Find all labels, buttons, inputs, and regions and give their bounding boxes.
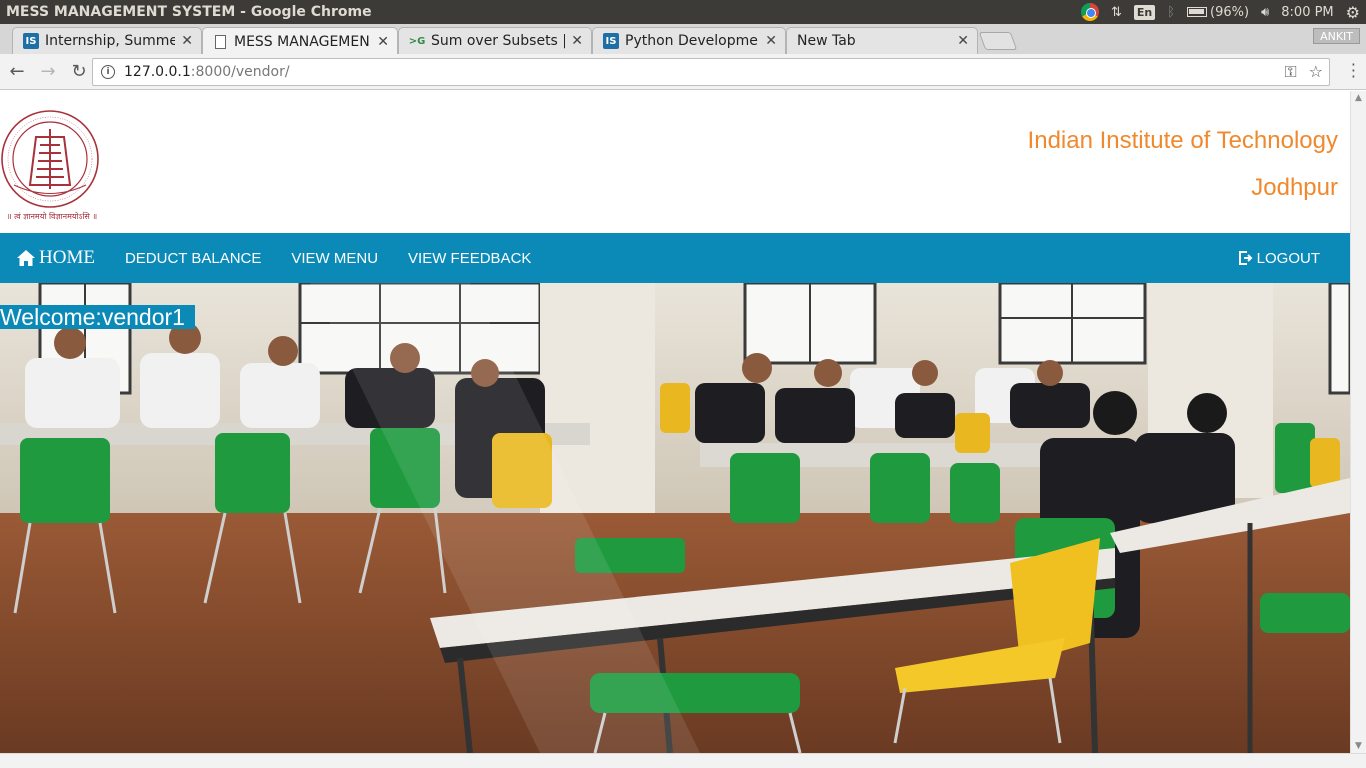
is-favicon-icon: IS xyxy=(23,33,39,49)
tab-label: Python Developme xyxy=(625,33,758,49)
info-icon[interactable]: i xyxy=(101,65,115,79)
welcome-banner: Welcome:vendor1 xyxy=(0,305,195,329)
tab-label: MESS MANAGEMEN xyxy=(234,33,370,50)
address-bar[interactable]: i 127.0.0.1:8000/vendor/ ⚿ ☆ xyxy=(92,58,1330,86)
logo-motto: ॥ त्वं ज्ञानमयो विज्ञानमयोऽसि ॥ xyxy=(7,211,97,221)
institute-city: Jodhpur xyxy=(1251,174,1338,201)
horizontal-scrollbar[interactable] xyxy=(0,753,1366,768)
tab-label: Sum over Subsets | xyxy=(431,33,566,49)
nav-deduct-balance-link[interactable]: DEDUCT BALANCE xyxy=(125,250,261,267)
battery-percent: (96%) xyxy=(1210,4,1250,20)
logout-icon xyxy=(1238,251,1253,265)
window-title: MESS MANAGEMENT SYSTEM - Google Chrome xyxy=(6,4,372,20)
back-arrow-icon[interactable]: ← xyxy=(3,58,31,86)
profile-button[interactable]: ANKIT xyxy=(1313,28,1360,44)
iit-jodhpur-logo: ॥ त्वं ज्ञानमयो विज्ञानमयोऽसि ॥ xyxy=(1,110,99,221)
tab-mess-management[interactable]: MESS MANAGEMEN ✕ xyxy=(202,27,398,55)
reload-icon[interactable]: ↻ xyxy=(65,58,93,86)
tab-new-tab[interactable]: New Tab ✕ xyxy=(786,27,978,54)
battery-indicator[interactable]: (96%) xyxy=(1187,5,1249,20)
tab-sum-over-subsets[interactable]: >G Sum over Subsets | ✕ xyxy=(398,27,592,54)
main-navbar: HOME DEDUCT BALANCE VIEW MENU VIEW FEEDB… xyxy=(0,233,1350,283)
tab-internship[interactable]: IS Internship, Summer ✕ xyxy=(12,27,202,54)
new-tab-button[interactable] xyxy=(978,32,1018,50)
close-icon[interactable]: ✕ xyxy=(957,33,969,49)
nav-logout-link[interactable]: LOGOUT xyxy=(1238,233,1320,283)
nav-home-link[interactable]: HOME xyxy=(16,247,95,269)
close-icon[interactable]: ✕ xyxy=(377,34,389,50)
site-header: ॥ त्वं ज्ञानमयो विज्ञानमयोऽसि ॥ Indian I… xyxy=(0,91,1350,233)
dining-hall-illustration xyxy=(0,283,1350,753)
nav-home-label: HOME xyxy=(39,247,95,268)
star-bookmark-icon[interactable]: ☆ xyxy=(1309,62,1323,82)
nav-logout-label: LOGOUT xyxy=(1256,249,1320,267)
tab-label: Internship, Summer xyxy=(45,33,176,49)
bluetooth-icon[interactable]: ᛒ xyxy=(1167,5,1175,20)
institute-name: Indian Institute of Technology xyxy=(1027,127,1338,154)
forward-arrow-icon[interactable]: → xyxy=(34,58,62,86)
close-icon[interactable]: ✕ xyxy=(571,33,583,49)
battery-icon xyxy=(1187,7,1208,17)
close-icon[interactable]: ✕ xyxy=(181,33,193,49)
nav-view-feedback-link[interactable]: VIEW FEEDBACK xyxy=(408,250,531,267)
settings-gear-icon[interactable]: ⚙ xyxy=(1346,3,1360,22)
nav-view-menu-link[interactable]: VIEW MENU xyxy=(291,250,378,267)
volume-icon[interactable]: 🔊︎ xyxy=(1261,5,1269,20)
gfg-favicon-icon: >G xyxy=(408,35,426,47)
url-host: 127.0.0.1 xyxy=(124,64,191,80)
vertical-scrollbar[interactable]: ▲ ▼ xyxy=(1350,91,1366,753)
os-title-bar: MESS MANAGEMENT SYSTEM - Google Chrome ⇅… xyxy=(0,0,1366,24)
language-indicator[interactable]: En xyxy=(1133,4,1156,20)
scroll-up-arrow-icon[interactable]: ▲ xyxy=(1355,93,1362,103)
is-favicon-icon: IS xyxy=(603,33,619,49)
scroll-down-arrow-icon[interactable]: ▼ xyxy=(1355,741,1362,751)
home-icon xyxy=(17,250,35,266)
menu-dots-icon[interactable]: · · · xyxy=(1351,57,1356,85)
browser-toolbar: ← → ↻ i 127.0.0.1:8000/vendor/ ⚿ ☆ · · · xyxy=(0,54,1366,90)
browser-tab-strip: IS Internship, Summer ✕ MESS MANAGEMEN ✕… xyxy=(0,24,1366,55)
web-page: ॥ त्वं ज्ञानमयो विज्ञानमयोऽसि ॥ Indian I… xyxy=(0,91,1350,753)
dining-hall-banner-image xyxy=(0,283,1350,753)
key-icon[interactable]: ⚿ xyxy=(1284,62,1296,82)
system-tray: ⇅ En ᛒ (96%) 🔊︎ 8:00 PM ⚙ xyxy=(1080,0,1360,24)
close-icon[interactable]: ✕ xyxy=(765,33,777,49)
url-path: :8000/vendor/ xyxy=(190,64,290,80)
chrome-icon[interactable] xyxy=(1080,3,1099,21)
document-icon xyxy=(215,34,226,49)
tab-label: New Tab xyxy=(797,33,856,49)
network-icon[interactable]: ⇅ xyxy=(1111,5,1122,20)
clock[interactable]: 8:00 PM xyxy=(1281,5,1333,20)
tab-python-developer[interactable]: IS Python Developme ✕ xyxy=(592,27,786,54)
